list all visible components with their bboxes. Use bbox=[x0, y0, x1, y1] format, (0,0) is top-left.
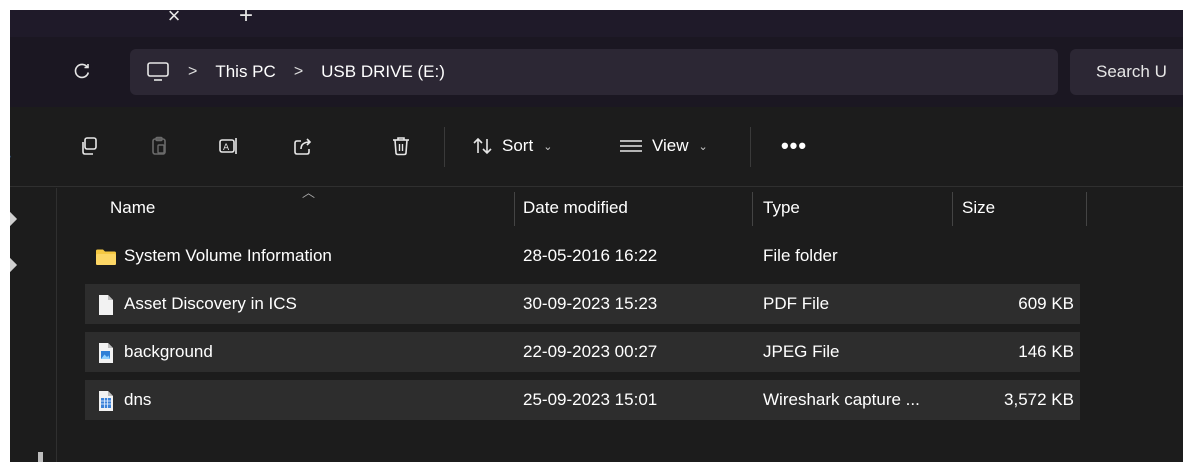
pin-icon bbox=[10, 211, 18, 227]
breadcrumb-separator: > bbox=[188, 63, 198, 80]
file-name: background bbox=[124, 342, 213, 361]
chevron-down-icon: ⌄ bbox=[698, 140, 708, 153]
svg-text:A: A bbox=[223, 143, 230, 153]
breadcrumb-separator: > bbox=[293, 63, 304, 80]
sort-button[interactable]: Sort ⌄ bbox=[472, 133, 552, 159]
file-type: PDF File bbox=[763, 294, 830, 313]
share-icon bbox=[294, 138, 312, 155]
delete-button[interactable] bbox=[388, 133, 414, 159]
rename-button[interactable]: A bbox=[216, 133, 242, 159]
folder-icon bbox=[96, 249, 116, 265]
navigation-pane bbox=[10, 188, 57, 462]
file-size: 609 KB bbox=[1018, 294, 1074, 313]
sort-ascending-icon: ︿ bbox=[302, 185, 316, 200]
file-type: JPEG File bbox=[763, 342, 840, 361]
file-row[interactable]: System Volume Information 28-05-2016 16:… bbox=[85, 236, 1080, 276]
more-options-button[interactable]: ••• bbox=[776, 133, 812, 159]
copy-button[interactable] bbox=[76, 133, 102, 159]
trash-icon bbox=[393, 137, 409, 156]
address-box[interactable]: > This PC > USB DRIVE (E:) bbox=[130, 49, 1058, 95]
tab-strip: × + bbox=[10, 10, 1183, 37]
file-row[interactable]: background 22-09-2023 00:27 JPEG File 14… bbox=[85, 332, 1080, 372]
column-header-row: ︿ Name Date modified Type Size bbox=[80, 185, 1100, 228]
search-input[interactable]: Search U bbox=[1070, 49, 1183, 95]
file-date: 30-09-2023 15:23 bbox=[523, 294, 658, 313]
view-label: View bbox=[652, 136, 689, 155]
refresh-icon bbox=[74, 63, 90, 79]
paste-button bbox=[146, 133, 172, 159]
column-header-type[interactable]: Type bbox=[763, 188, 800, 228]
column-header-date[interactable]: Date modified bbox=[523, 188, 628, 228]
file-row[interactable]: Asset Discovery in ICS 30-09-2023 15:23 … bbox=[85, 284, 1080, 324]
column-header-size[interactable]: Size bbox=[962, 188, 995, 228]
this-pc-icon bbox=[147, 62, 169, 81]
column-header-name[interactable]: Name bbox=[110, 188, 155, 228]
partial-nav-icon: • bbox=[10, 148, 11, 164]
rename-icon: A bbox=[219, 138, 237, 154]
column-divider[interactable] bbox=[514, 192, 515, 226]
share-button[interactable] bbox=[290, 133, 316, 159]
address-bar-row: > This PC > USB DRIVE (E:) Search U bbox=[10, 37, 1183, 107]
command-bar: A Sort ⌄ View ⌄ ••• bbox=[10, 107, 1183, 266]
new-tab-icon[interactable]: + bbox=[232, 10, 260, 30]
pin-icon bbox=[10, 257, 18, 273]
file-date: 28-05-2016 16:22 bbox=[523, 246, 658, 265]
view-list-icon bbox=[620, 140, 642, 152]
file-date: 25-09-2023 15:01 bbox=[523, 390, 658, 409]
close-tab-icon[interactable]: × bbox=[160, 10, 188, 30]
file-type: File folder bbox=[763, 246, 838, 265]
column-divider[interactable] bbox=[752, 192, 753, 226]
file-size: 3,572 KB bbox=[1004, 390, 1074, 409]
toolbar-divider bbox=[750, 127, 751, 167]
refresh-button[interactable] bbox=[66, 55, 98, 87]
breadcrumb-usb-drive[interactable]: USB DRIVE (E:) bbox=[321, 62, 445, 82]
chevron-down-icon: ⌄ bbox=[543, 140, 553, 153]
column-divider[interactable] bbox=[952, 192, 953, 226]
paste-icon bbox=[152, 136, 166, 155]
sort-icon bbox=[473, 137, 492, 155]
file-explorer-window: × + > This PC > USB DRIVE (E:) Search U bbox=[10, 10, 1183, 462]
image-file-icon bbox=[99, 343, 113, 363]
file-name: System Volume Information bbox=[124, 246, 332, 265]
pdf-file-icon bbox=[99, 295, 113, 315]
file-name: Asset Discovery in ICS bbox=[124, 294, 297, 313]
file-type: Wireshark capture ... bbox=[763, 390, 920, 409]
file-date: 22-09-2023 00:27 bbox=[523, 342, 658, 361]
file-size: 146 KB bbox=[1018, 342, 1074, 361]
nav-pane-scrollbar[interactable] bbox=[38, 452, 43, 462]
column-divider[interactable] bbox=[1086, 192, 1087, 226]
file-row[interactable]: dns 25-09-2023 15:01 Wireshark capture .… bbox=[85, 380, 1080, 420]
file-name: dns bbox=[124, 390, 152, 409]
breadcrumb-this-pc[interactable]: This PC bbox=[215, 62, 275, 82]
sort-label: Sort bbox=[502, 136, 534, 155]
toolbar-divider bbox=[444, 127, 445, 167]
capture-file-icon bbox=[99, 391, 113, 411]
view-button[interactable]: View ⌄ bbox=[618, 133, 708, 159]
copy-icon bbox=[82, 137, 97, 155]
